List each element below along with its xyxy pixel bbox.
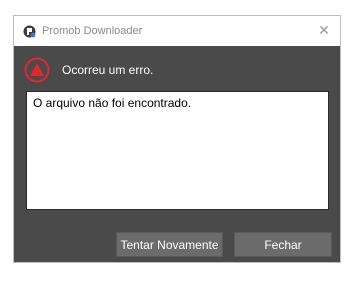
- error-header: Ocorreu um erro.: [24, 57, 153, 83]
- retry-button[interactable]: Tentar Novamente: [116, 232, 223, 257]
- promob-logo-icon: [22, 24, 36, 38]
- error-warning-icon: [24, 57, 50, 83]
- close-icon[interactable]: ✕: [316, 22, 332, 38]
- close-button[interactable]: Fechar: [234, 232, 332, 257]
- error-message-box: O arquivo não foi encontrado.: [26, 91, 329, 210]
- error-message: O arquivo não foi encontrado.: [33, 96, 192, 110]
- error-dialog: Promob Downloader ✕ Ocorreu um erro. O a…: [13, 15, 341, 263]
- window-title: Promob Downloader: [42, 25, 143, 37]
- title-bar: Promob Downloader ✕: [14, 16, 340, 46]
- error-heading: Ocorreu um erro.: [62, 63, 154, 77]
